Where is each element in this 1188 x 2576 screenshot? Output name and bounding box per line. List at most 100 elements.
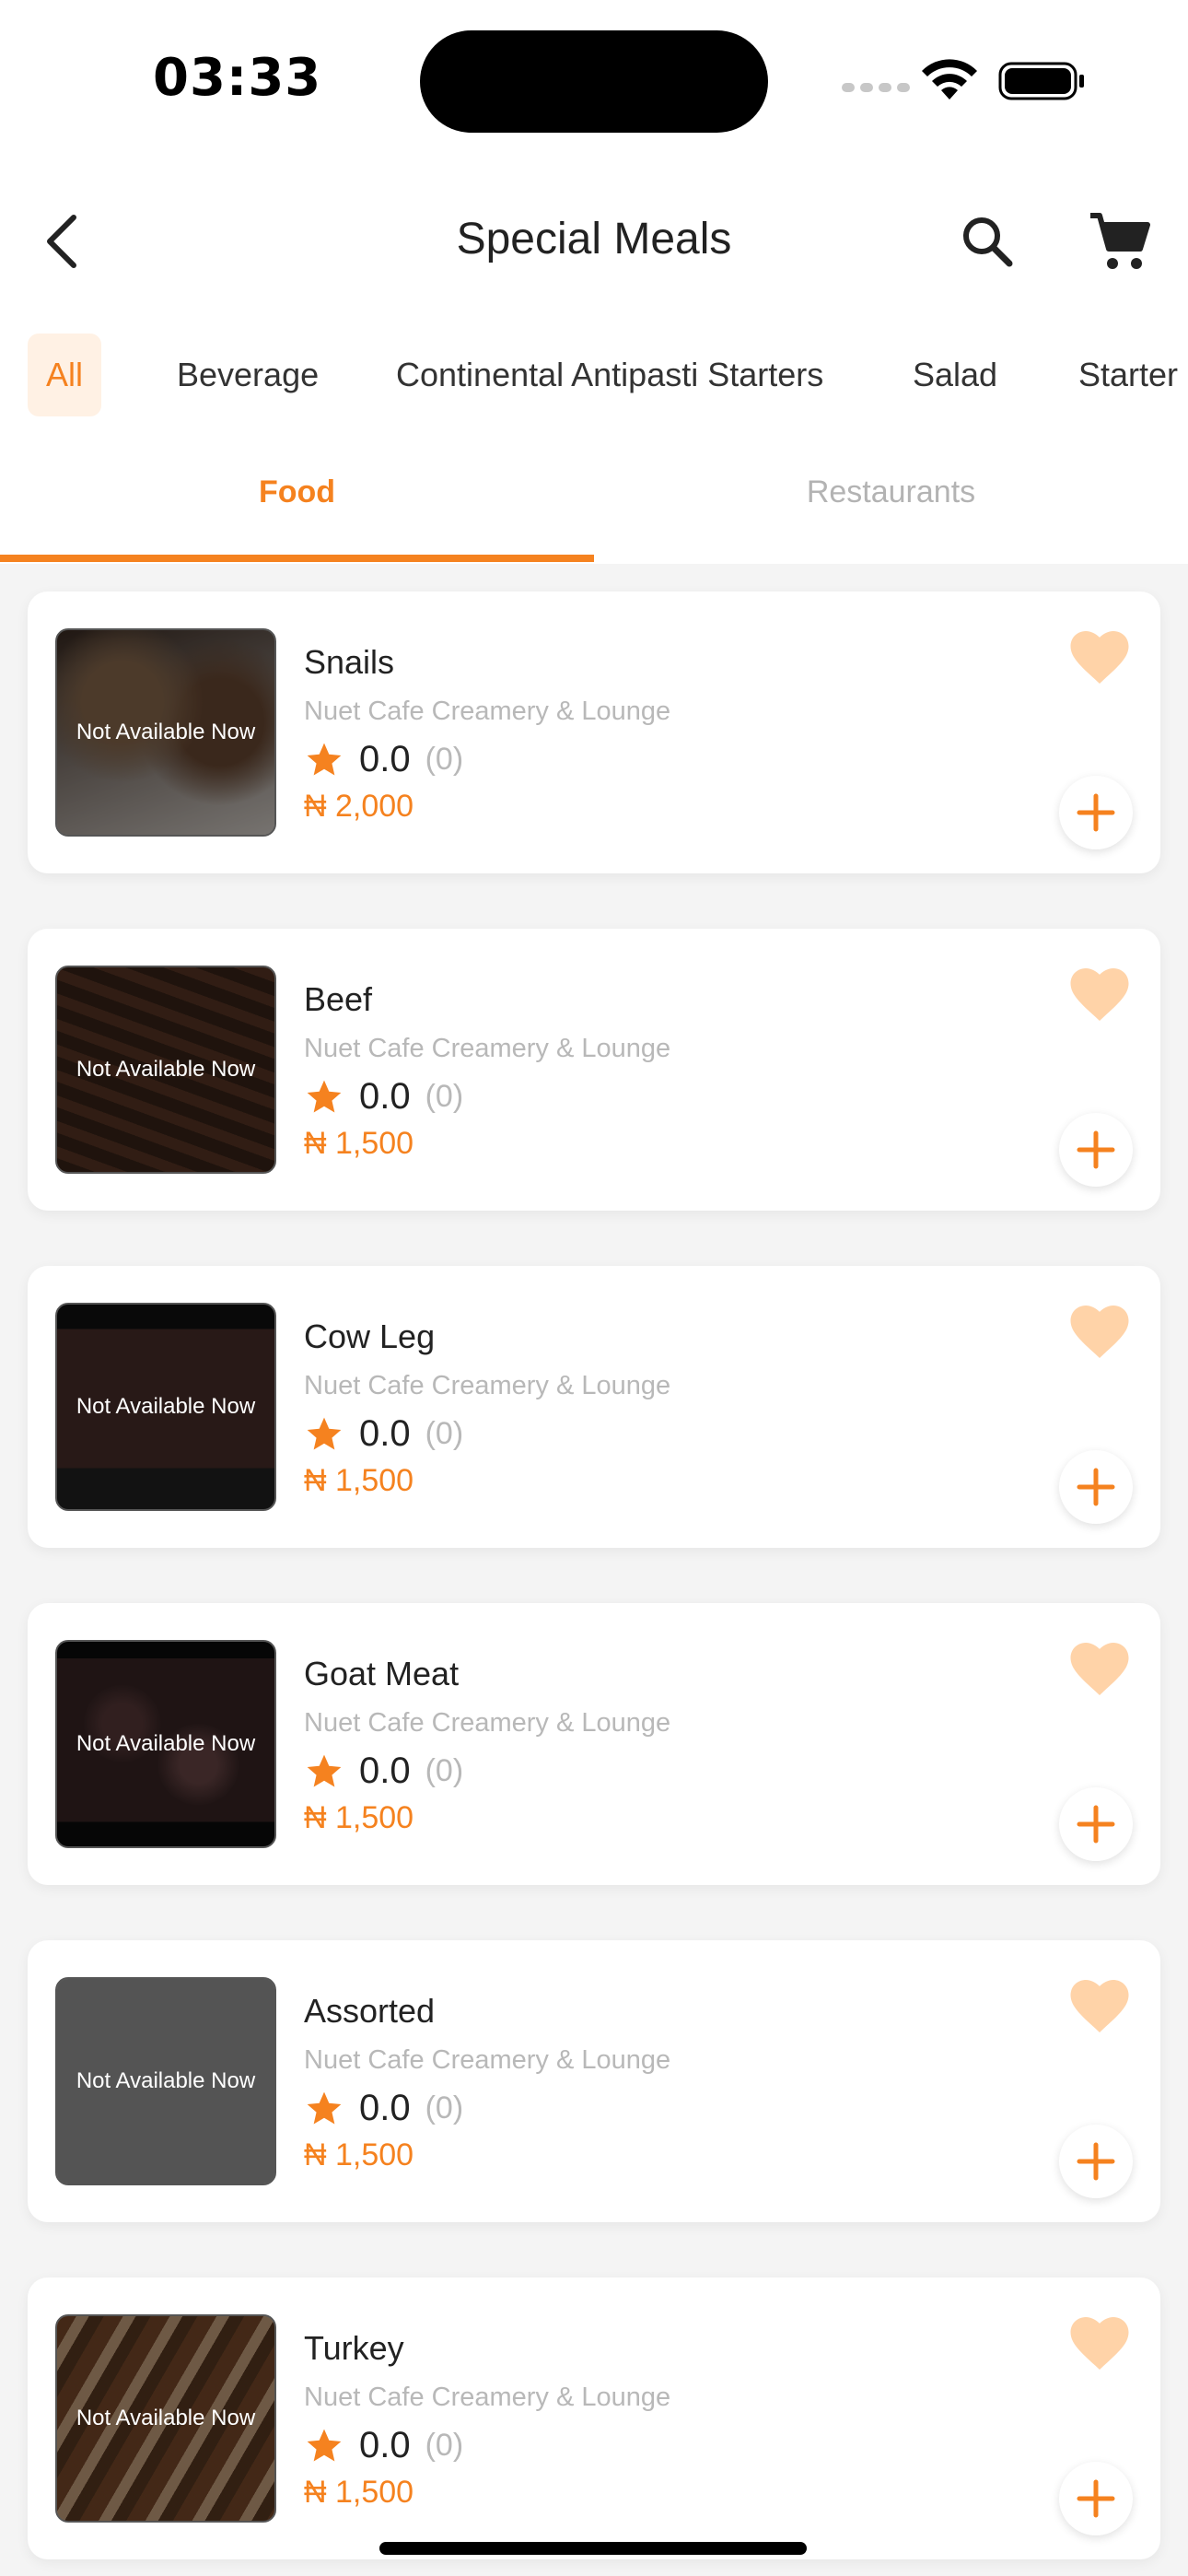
food-image: Not Available Now xyxy=(55,1640,276,1848)
item-price: ₦ 1,500 xyxy=(304,1800,414,1835)
item-vendor: Nuet Cafe Creamery & Lounge xyxy=(304,1708,671,1738)
add-to-cart-button[interactable] xyxy=(1059,1787,1133,1861)
heart-icon[interactable] xyxy=(1066,1636,1133,1699)
add-to-cart-button[interactable] xyxy=(1059,1450,1133,1524)
rating-value: 0.0 xyxy=(359,1413,411,1454)
availability-label: Not Available Now xyxy=(76,1731,256,1756)
rating-row: 0.0 (0) xyxy=(304,1076,463,1118)
plus-icon xyxy=(1077,1805,1115,1844)
plus-icon xyxy=(1077,2479,1115,2518)
chip-beverage[interactable]: Beverage xyxy=(177,334,319,416)
item-name: Goat Meat xyxy=(304,1655,460,1692)
add-to-cart-button[interactable] xyxy=(1059,2462,1133,2535)
heart-icon[interactable] xyxy=(1066,625,1133,687)
home-indicator xyxy=(379,2542,807,2555)
rating-row: 0.0 (0) xyxy=(304,2425,463,2466)
item-vendor: Nuet Cafe Creamery & Lounge xyxy=(304,1034,671,1063)
rating-row: 0.0 (0) xyxy=(304,1413,463,1455)
food-image: Not Available Now xyxy=(55,2314,276,2523)
battery-icon xyxy=(998,62,1084,100)
rating-value: 0.0 xyxy=(359,2088,411,2128)
plus-icon xyxy=(1077,2142,1115,2181)
add-to-cart-button[interactable] xyxy=(1059,1113,1133,1187)
chip-continental-antipasti-starters[interactable]: Continental Antipasti Starters xyxy=(396,334,823,416)
rating-count: (0) xyxy=(425,742,464,777)
availability-label: Not Available Now xyxy=(76,1394,256,1419)
wifi-icon xyxy=(922,59,977,100)
rating-row: 0.0 (0) xyxy=(304,2088,463,2129)
star-icon xyxy=(307,1417,342,1449)
item-vendor: Nuet Cafe Creamery & Lounge xyxy=(304,2383,671,2412)
chip-salad[interactable]: Salad xyxy=(913,334,997,416)
heart-icon[interactable] xyxy=(1066,962,1133,1025)
status-time: 03:33 xyxy=(153,48,322,108)
star-icon xyxy=(307,2429,342,2461)
item-vendor: Nuet Cafe Creamery & Lounge xyxy=(304,1371,671,1400)
category-chips: All Beverage Continental Antipasti Start… xyxy=(0,313,1188,433)
availability-label: Not Available Now xyxy=(76,2406,256,2430)
food-image: Not Available Now xyxy=(55,1977,276,2185)
star-icon xyxy=(307,743,342,775)
food-card[interactable]: Not Available Now Beef Nuet Cafe Creamer… xyxy=(28,929,1160,1211)
tab-active-indicator xyxy=(0,555,594,562)
item-vendor: Nuet Cafe Creamery & Lounge xyxy=(304,697,671,726)
rating-value: 0.0 xyxy=(359,739,411,779)
tab-food[interactable]: Food xyxy=(0,433,594,564)
food-image: Not Available Now xyxy=(55,628,276,837)
item-vendor: Nuet Cafe Creamery & Lounge xyxy=(304,2045,671,2075)
chip-starter[interactable]: Starter xyxy=(1078,334,1178,416)
food-card[interactable]: Not Available Now Turkey Nuet Cafe Cream… xyxy=(28,2277,1160,2559)
plus-icon xyxy=(1077,1468,1115,1506)
rating-count: (0) xyxy=(425,1753,464,1788)
item-name: Assorted xyxy=(304,1992,436,2030)
rating-row: 0.0 (0) xyxy=(304,739,463,780)
add-to-cart-button[interactable] xyxy=(1059,2125,1133,2198)
heart-icon[interactable] xyxy=(1066,2311,1133,2373)
availability-label: Not Available Now xyxy=(76,720,256,744)
food-card[interactable]: Not Available Now Cow Leg Nuet Cafe Crea… xyxy=(28,1266,1160,1548)
item-name: Beef xyxy=(304,980,373,1018)
add-to-cart-button[interactable] xyxy=(1059,776,1133,849)
status-bar: 03:33 xyxy=(0,0,1188,166)
tab-restaurants[interactable]: Restaurants xyxy=(594,433,1188,564)
plus-icon xyxy=(1077,793,1115,832)
search-button[interactable] xyxy=(958,212,1017,271)
dynamic-island xyxy=(420,30,768,133)
rating-value: 0.0 xyxy=(359,2425,411,2465)
cart-button[interactable] xyxy=(1087,208,1153,275)
cellular-signal-icon xyxy=(842,83,910,92)
rating-count: (0) xyxy=(425,1416,464,1451)
item-name: Snails xyxy=(304,643,395,681)
food-card[interactable]: Not Available Now Assorted Nuet Cafe Cre… xyxy=(28,1940,1160,2222)
item-name: Cow Leg xyxy=(304,1317,436,1355)
item-price: ₦ 2,000 xyxy=(304,789,414,824)
rating-count: (0) xyxy=(425,2428,464,2463)
food-card[interactable]: Not Available Now Goat Meat Nuet Cafe Cr… xyxy=(28,1603,1160,1885)
heart-icon[interactable] xyxy=(1066,1299,1133,1362)
heart-icon[interactable] xyxy=(1066,1973,1133,2036)
item-price: ₦ 1,500 xyxy=(304,1463,414,1498)
cart-icon xyxy=(1090,213,1150,269)
rating-row: 0.0 (0) xyxy=(304,1751,463,1792)
search-icon xyxy=(963,217,1013,267)
rating-count: (0) xyxy=(425,2090,464,2125)
item-name: Turkey xyxy=(304,2329,404,2367)
rating-value: 0.0 xyxy=(359,1751,411,1791)
tab-bar: Food Restaurants xyxy=(0,433,1188,564)
food-image: Not Available Now xyxy=(55,966,276,1174)
item-price: ₦ 1,500 xyxy=(304,1126,414,1161)
app-header: Special Meals xyxy=(0,166,1188,313)
star-icon xyxy=(307,1754,342,1786)
availability-label: Not Available Now xyxy=(76,2068,256,2093)
rating-count: (0) xyxy=(425,1079,464,1114)
star-icon xyxy=(307,1080,342,1112)
rating-value: 0.0 xyxy=(359,1076,411,1117)
food-image: Not Available Now xyxy=(55,1303,276,1511)
item-price: ₦ 1,500 xyxy=(304,2137,414,2172)
star-icon xyxy=(307,2091,342,2124)
item-price: ₦ 1,500 xyxy=(304,2475,414,2510)
availability-label: Not Available Now xyxy=(76,1057,256,1082)
chip-all[interactable]: All xyxy=(28,334,102,416)
food-card[interactable]: Not Available Now Snails Nuet Cafe Cream… xyxy=(28,591,1160,873)
plus-icon xyxy=(1077,1130,1115,1169)
